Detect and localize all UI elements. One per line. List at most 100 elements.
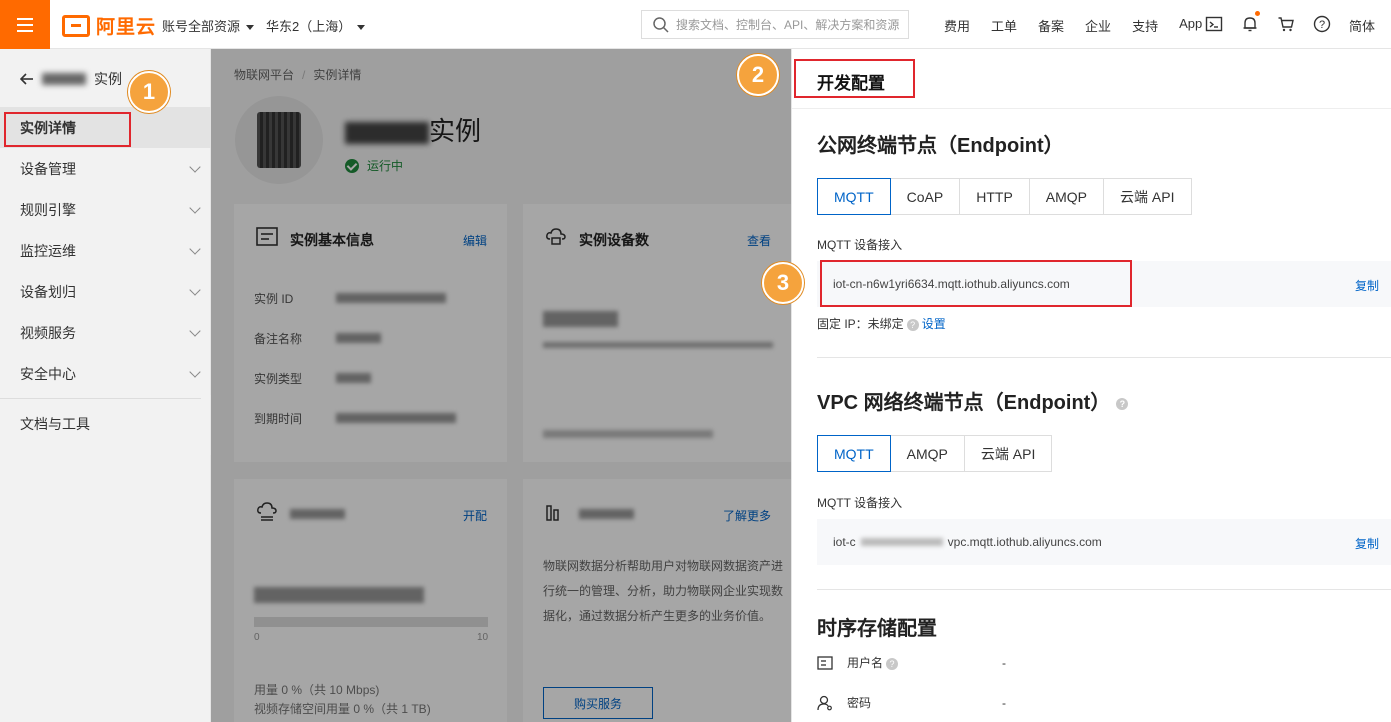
link-support[interactable]: 支持	[1132, 16, 1158, 35]
tab-amqp[interactable]: AMQP	[1028, 178, 1105, 215]
aliyun-logo[interactable]: 阿里云	[62, 12, 156, 39]
instance-image	[235, 96, 323, 184]
brand-name: 阿里云	[96, 17, 157, 38]
chevron-down-icon	[189, 365, 201, 378]
instance-name-redacted	[42, 73, 86, 85]
top-links: 费用 工单 备案 企业 支持 App	[944, 16, 1223, 35]
breadcrumb-item: 实例详情	[313, 68, 362, 82]
menu-hamburger-button[interactable]	[0, 0, 50, 49]
tab-coap[interactable]: CoAP	[889, 178, 961, 215]
sidebar-divider	[0, 398, 201, 399]
tab-cloud-api[interactable]: 云端 API	[1103, 178, 1192, 215]
link-icp[interactable]: 备案	[1038, 16, 1064, 35]
notification-dot	[1255, 11, 1260, 16]
sidebar-item-video-service[interactable]: 视频服务	[0, 312, 211, 353]
buy-service-button[interactable]: 购买服务	[543, 687, 653, 719]
search-placeholder: 搜索文档、控制台、API、解决方案和资源	[676, 18, 900, 32]
info-card-icon	[256, 227, 278, 246]
terminal-icon[interactable]	[1205, 15, 1223, 33]
copy-button[interactable]: 复制	[1355, 277, 1379, 294]
link-tickets[interactable]: 工单	[991, 16, 1017, 35]
field-row: 备注名称	[254, 330, 381, 347]
link-enterprise[interactable]: 企业	[1085, 16, 1111, 35]
region-label: 华东2（上海）	[266, 19, 352, 34]
tab-mqtt[interactable]: MQTT	[817, 178, 891, 215]
sidebar-item-monitoring[interactable]: 监控运维	[0, 230, 211, 271]
storage-row: 用户名? -	[817, 654, 1006, 671]
edit-link[interactable]: 编辑	[463, 232, 487, 249]
field-label: 备注名称	[254, 332, 303, 346]
dev-config-drawer: 开发配置 公网终端节点（Endpoint） MQTT CoAP HTTP AMQ…	[791, 49, 1391, 722]
chevron-down-icon	[189, 201, 201, 214]
device-count-card: 实例设备数 查看	[523, 204, 791, 462]
language-switch[interactable]: 简体	[1349, 16, 1375, 35]
caret-down-icon	[246, 25, 255, 31]
arrow-left-icon	[20, 73, 33, 85]
svg-text:?: ?	[1319, 19, 1325, 31]
sidebar-item-docs-tools[interactable]: 文档与工具	[0, 403, 211, 444]
tab-amqp[interactable]: AMQP	[889, 435, 965, 472]
help-icon[interactable]: ?	[1313, 15, 1331, 33]
sidebar-item-label: 设备管理	[20, 160, 76, 177]
bandwidth-progress-bar	[254, 617, 488, 627]
storage-config-title: 时序存储配置	[817, 618, 937, 640]
aliyun-logo-icon	[62, 14, 90, 37]
sidebar-item-security-center[interactable]: 安全中心	[0, 353, 211, 394]
help-icon[interactable]: ?	[886, 657, 899, 670]
vpc-protocol-tabs: MQTT AMQP 云端 API	[817, 435, 1053, 472]
vpc-endpoint-redacted	[860, 538, 943, 546]
vpc-endpoint-suffix: vpc.mqtt.iothub.aliyuncs.com	[947, 535, 1102, 549]
field-label: MQTT 设备接入	[817, 496, 903, 510]
progress-max: 10	[477, 632, 489, 643]
region-select[interactable]: 华东2（上海）	[266, 16, 366, 35]
global-search-input[interactable]: 搜索文档、控制台、API、解决方案和资源	[641, 10, 909, 39]
card-title: 实例基本信息	[290, 232, 374, 248]
tab-mqtt[interactable]: MQTT	[817, 435, 891, 472]
learn-more-link[interactable]: 了解更多	[723, 507, 771, 524]
instance-name-redacted	[345, 122, 429, 145]
vpc-endpoint-field: iot-c vpc.mqtt.iothub.aliyuncs.com 复制	[817, 519, 1391, 565]
field-value-redacted	[336, 410, 456, 424]
tab-cloud-api[interactable]: 云端 API	[963, 435, 1053, 472]
field-row: 实例类型	[254, 370, 371, 387]
bell-icon[interactable]	[1241, 15, 1259, 33]
user-key-icon	[817, 695, 832, 710]
vpc-endpoint-title: VPC 网络终端节点（Endpoint）?	[817, 386, 1131, 415]
bandwidth-card: 开配 0 10 用量 0 %（共 10 Mbps) 视频存储空间用量 0 %（共…	[234, 479, 507, 722]
link-app[interactable]: App	[1179, 16, 1202, 35]
enable-link[interactable]: 开配	[463, 507, 487, 524]
tab-http[interactable]: HTTP	[959, 178, 1030, 215]
step-badge-3: 3	[762, 262, 804, 304]
main-content: 物联网平台 / 实例详情 实例 运行中 实例基本信息 编辑 实例 ID 备注名称 实…	[211, 49, 791, 722]
step-badge-1: 1	[128, 71, 170, 113]
sidebar-item-device-allocation[interactable]: 设备划归	[0, 271, 211, 312]
chevron-down-icon	[189, 160, 201, 173]
sidebar-nav: 实例详情 设备管理 规则引擎 监控运维 设备划归 视频服务 安全中心 文档与工具	[0, 107, 211, 444]
view-link[interactable]: 查看	[747, 232, 771, 249]
field-label: 到期时间	[254, 412, 303, 426]
fixed-ip-set-link[interactable]: 设置	[922, 317, 946, 331]
search-icon	[653, 16, 669, 33]
public-endpoint-title: 公网终端节点（Endpoint）	[817, 135, 1064, 157]
cart-icon[interactable]	[1277, 15, 1295, 33]
basic-info-card: 实例基本信息 编辑 实例 ID 备注名称 实例类型 到期时间	[234, 204, 507, 462]
sidebar-item-rule-engine[interactable]: 规则引擎	[0, 189, 211, 230]
breadcrumb-item[interactable]: 物联网平台	[234, 68, 294, 82]
public-protocol-tabs: MQTT CoAP HTTP AMQP 云端 API	[817, 178, 1192, 215]
top-bar: 阿里云 账号全部资源 华东2（上海） 搜索文档、控制台、API、解决方案和资源 …	[0, 0, 1391, 49]
link-billing[interactable]: 费用	[944, 16, 970, 35]
fixed-ip-label: 固定 IP：未绑定	[817, 317, 904, 331]
usage-text: 视频存储空间用量 0 %（共 1 TB)	[254, 702, 431, 716]
vpc-title-text: VPC 网络终端节点（Endpoint）	[817, 392, 1111, 414]
storage-value: -	[1002, 655, 1006, 670]
sidebar-item-label: 视频服务	[20, 324, 76, 341]
help-icon[interactable]: ?	[1116, 397, 1129, 410]
field-row: 实例 ID	[254, 290, 446, 307]
account-scope-select[interactable]: 账号全部资源	[162, 16, 255, 35]
sidebar-item-device-management[interactable]: 设备管理	[0, 148, 211, 189]
copy-button[interactable]: 复制	[1355, 535, 1379, 552]
help-icon[interactable]: ?	[906, 318, 919, 331]
cloud-storage-icon	[257, 502, 277, 521]
back-to-instances[interactable]: 实例	[20, 69, 122, 89]
status-text: 运行中	[367, 159, 404, 173]
